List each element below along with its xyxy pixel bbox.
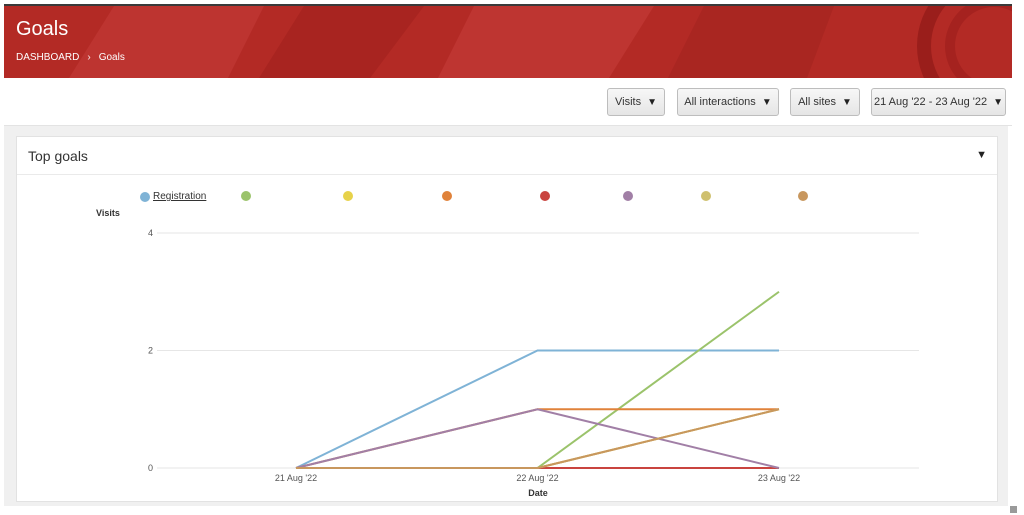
series-line-3 bbox=[295, 408, 779, 469]
interactions-dropdown[interactable]: All interactions ▼ bbox=[677, 88, 779, 116]
page-title: Goals bbox=[16, 18, 69, 40]
x-tick-label: 21 Aug '22 bbox=[275, 473, 317, 483]
y-axis-label: Visits bbox=[96, 208, 120, 218]
x-tick-label: 22 Aug '22 bbox=[516, 473, 558, 483]
series-line-7 bbox=[296, 408, 780, 469]
caret-down-icon: ▼ bbox=[761, 96, 772, 108]
y-tick-label: 4 bbox=[148, 228, 153, 238]
caret-down-icon: ▼ bbox=[993, 96, 1003, 108]
dashboard-area: Top goals ▼ Registration 0 2 4 Visits 21 Aug… bbox=[4, 126, 1008, 506]
series-line-2 bbox=[296, 408, 780, 469]
caret-down-icon: ▼ bbox=[647, 96, 657, 108]
interactions-dropdown-label: All interactions bbox=[684, 96, 756, 108]
filter-toolbar: Visits ▼ All interactions ▼ All sites ▼ … bbox=[4, 78, 1012, 126]
series-line-6 bbox=[296, 408, 780, 469]
breadcrumb-separator-icon: › bbox=[87, 52, 91, 63]
breadcrumb-current: Goals bbox=[98, 52, 125, 63]
y-tick-label: 0 bbox=[148, 463, 153, 473]
x-tick-label: 23 Aug '22 bbox=[758, 473, 800, 483]
breadcrumb-dashboard-link[interactable]: DASHBOARD bbox=[16, 52, 79, 63]
date-range-dropdown[interactable]: 21 Aug '22 - 23 Aug '22 ▼ bbox=[871, 88, 1006, 116]
series-line-1 bbox=[296, 290, 780, 469]
metric-dropdown-label: Visits bbox=[615, 96, 642, 108]
header-decoration bbox=[69, 6, 1012, 78]
breadcrumb: DASHBOARD › Goals bbox=[16, 52, 125, 63]
y-tick-label: 2 bbox=[148, 346, 153, 356]
sites-dropdown[interactable]: All sites ▼ bbox=[790, 88, 860, 116]
caret-down-icon: ▼ bbox=[842, 96, 852, 108]
metric-dropdown[interactable]: Visits ▼ bbox=[607, 88, 665, 116]
top-goals-panel: Top goals ▼ Registration 0 2 4 Visits 21 Aug… bbox=[16, 136, 998, 502]
x-axis-label: Date bbox=[528, 488, 548, 498]
resize-handle[interactable] bbox=[1010, 506, 1017, 513]
goals-line-chart: 0 2 4 Visits 21 Aug '22 22 Aug '22 23 Aug '22 D… bbox=[96, 208, 919, 498]
page-header: Goals DASHBOARD › Goals bbox=[4, 4, 1012, 78]
sites-dropdown-label: All sites bbox=[798, 96, 836, 108]
date-range-label: 21 Aug '22 - 23 Aug '22 bbox=[874, 96, 988, 108]
series-line-5 bbox=[295, 408, 780, 469]
